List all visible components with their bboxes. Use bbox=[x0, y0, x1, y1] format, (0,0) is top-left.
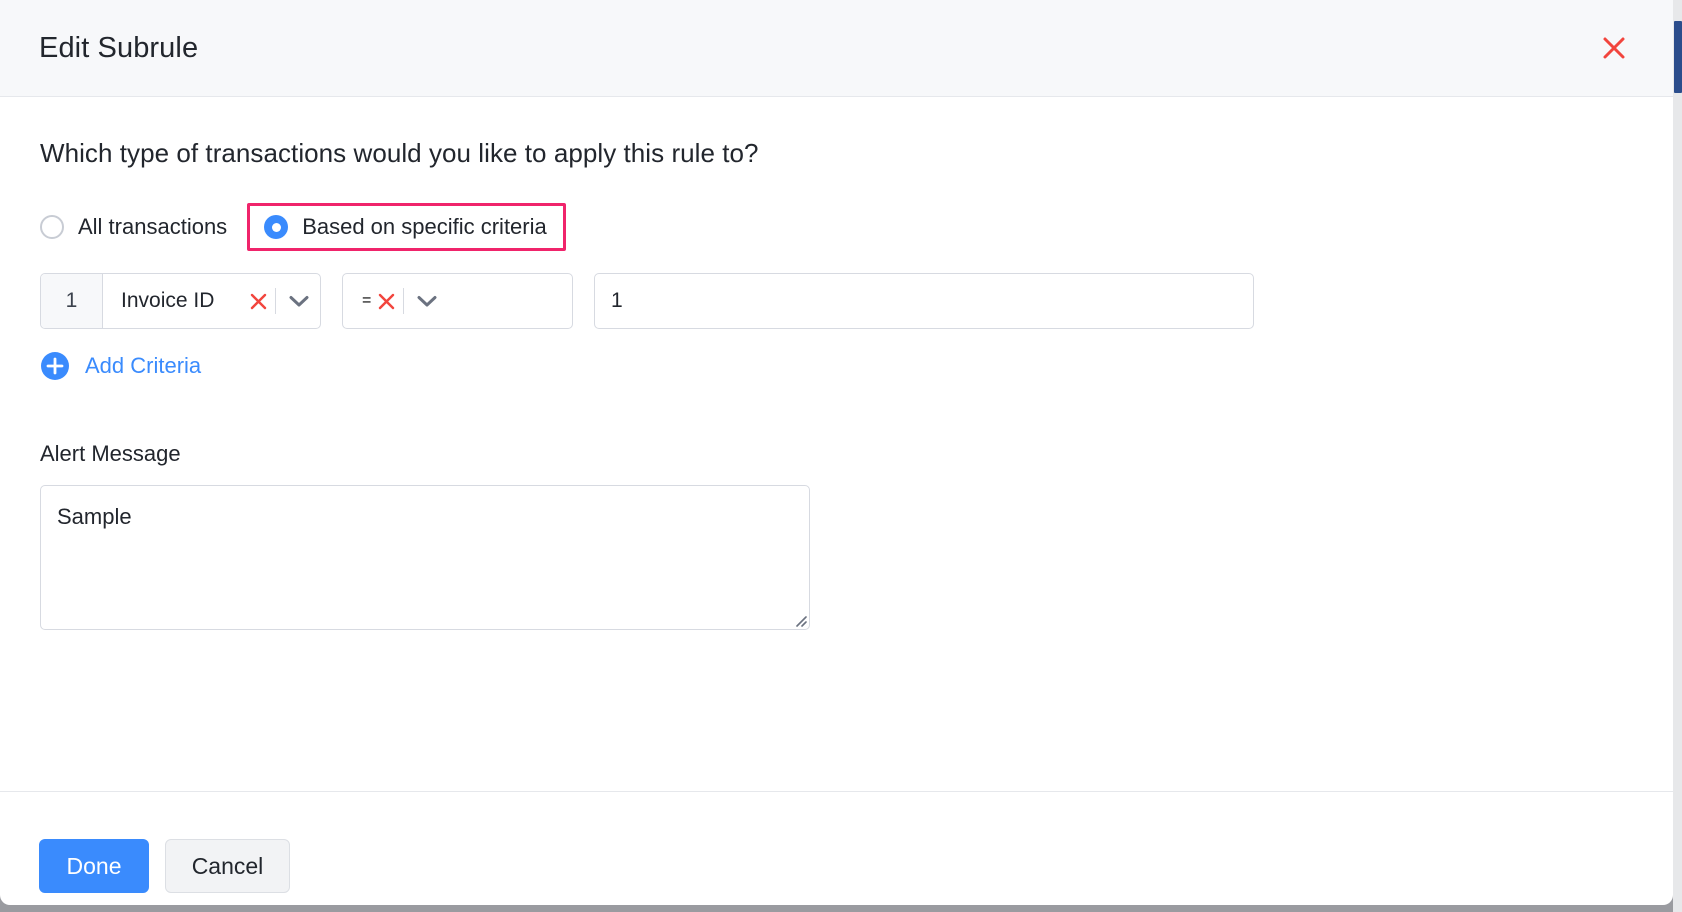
done-button[interactable]: Done bbox=[39, 839, 149, 893]
plus-circle-icon bbox=[40, 351, 70, 381]
question-text: Which type of transactions would you lik… bbox=[40, 138, 1633, 169]
radio-option-all-transactions[interactable]: All transactions bbox=[40, 203, 247, 251]
chevron-down-icon-glyph bbox=[417, 295, 437, 308]
criteria-value-text: 1 bbox=[611, 274, 623, 328]
dialog-title: Edit Subrule bbox=[39, 32, 198, 65]
radio-label-specific-criteria: Based on specific criteria bbox=[302, 214, 547, 240]
add-criteria-label: Add Criteria bbox=[85, 353, 201, 379]
criteria-operator-value: = bbox=[343, 292, 371, 310]
criteria-index: 1 bbox=[41, 274, 103, 328]
cancel-button[interactable]: Cancel bbox=[165, 839, 290, 893]
dialog-header: Edit Subrule bbox=[0, 0, 1673, 97]
criteria-operator-select[interactable]: = bbox=[342, 273, 573, 329]
alert-message-label: Alert Message bbox=[40, 441, 1633, 467]
criteria-value-input[interactable]: 1 bbox=[594, 273, 1254, 329]
criteria-operator-clear-x-icon[interactable] bbox=[371, 292, 401, 311]
add-criteria-button[interactable]: Add Criteria bbox=[40, 351, 201, 381]
chevron-down-icon-glyph bbox=[289, 295, 309, 308]
dialog-footer: Done Cancel bbox=[0, 791, 1673, 905]
field-divider bbox=[275, 288, 276, 314]
criteria-field-select[interactable]: 1 Invoice ID bbox=[40, 273, 321, 329]
alert-message-section: Alert Message Sample bbox=[40, 441, 1633, 630]
clear-x-icon-glyph bbox=[249, 292, 268, 311]
criteria-row: 1 Invoice ID = bbox=[40, 273, 1633, 329]
page-scrollbar-track[interactable] bbox=[1673, 0, 1682, 912]
page-scrollbar-thumb[interactable] bbox=[1674, 21, 1682, 93]
criteria-field-clear-x-icon[interactable] bbox=[243, 292, 273, 311]
textarea-resize-handle[interactable] bbox=[791, 611, 807, 627]
criteria-operator-chevron-down-icon[interactable] bbox=[406, 295, 448, 308]
close-icon-glyph bbox=[1601, 35, 1627, 61]
radio-indicator-on-icon bbox=[264, 215, 288, 239]
transaction-type-radio-group: All transactions Based on specific crite… bbox=[40, 203, 1633, 251]
radio-label-all-transactions: All transactions bbox=[78, 214, 227, 240]
clear-x-icon-glyph bbox=[377, 292, 396, 311]
radio-indicator-off-icon bbox=[40, 215, 64, 239]
alert-message-textarea[interactable]: Sample bbox=[40, 485, 810, 630]
edit-subrule-dialog: Edit Subrule Which type of transactions … bbox=[0, 0, 1673, 905]
radio-option-specific-criteria[interactable]: Based on specific criteria bbox=[247, 203, 566, 251]
close-icon[interactable] bbox=[1597, 31, 1631, 65]
dialog-body: Which type of transactions would you lik… bbox=[0, 138, 1673, 791]
criteria-field-chevron-down-icon[interactable] bbox=[278, 295, 320, 308]
alert-message-value: Sample bbox=[41, 486, 809, 548]
criteria-field-value: Invoice ID bbox=[103, 289, 243, 313]
field-divider bbox=[403, 288, 404, 314]
